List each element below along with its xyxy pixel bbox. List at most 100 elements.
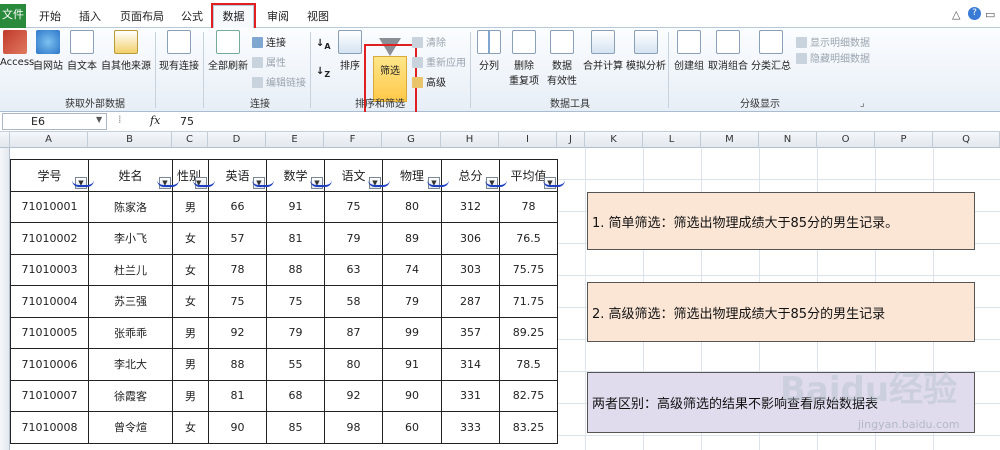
table-cell[interactable]: 333: [441, 411, 500, 444]
row-headers[interactable]: [0, 148, 10, 450]
column-header-g[interactable]: G: [382, 132, 441, 148]
sort-button[interactable]: 排序: [336, 30, 364, 72]
table-cell[interactable]: 306: [441, 222, 500, 255]
table-cell[interactable]: 80: [324, 348, 383, 381]
column-header-m[interactable]: M: [701, 132, 759, 148]
column-header-d[interactable]: D: [208, 132, 266, 148]
table-cell[interactable]: 76.5: [499, 222, 558, 255]
table-cell[interactable]: 303: [441, 253, 500, 286]
formula-input[interactable]: 75: [180, 115, 194, 128]
column-header-k[interactable]: K: [585, 132, 643, 148]
existing-connections-button[interactable]: 现有连接: [158, 30, 200, 72]
table-cell[interactable]: 75: [324, 190, 383, 223]
table-cell[interactable]: 90: [208, 411, 267, 444]
table-cell[interactable]: 71010005: [10, 316, 89, 349]
table-cell[interactable]: 91: [382, 348, 442, 381]
sort-desc-button[interactable]: ↓Z: [316, 66, 330, 79]
table-cell[interactable]: 71.75: [499, 285, 558, 318]
column-header-q[interactable]: Q: [933, 132, 1000, 148]
table-cell[interactable]: 79: [382, 285, 442, 318]
dialog-launcher-icon[interactable]: ⌟: [860, 98, 865, 109]
table-cell[interactable]: 79: [266, 316, 325, 349]
column-header-f[interactable]: F: [324, 132, 382, 148]
table-cell[interactable]: 66: [208, 190, 267, 223]
table-cell[interactable]: 287: [441, 285, 500, 318]
table-cell[interactable]: 男: [172, 190, 209, 223]
column-header-n[interactable]: N: [759, 132, 817, 148]
column-header-j[interactable]: J: [557, 132, 585, 148]
column-header-e[interactable]: E: [266, 132, 324, 148]
table-cell[interactable]: 78: [208, 253, 267, 286]
help-icon[interactable]: ?: [968, 7, 981, 20]
text-to-columns-button[interactable]: 分列: [474, 30, 504, 72]
table-cell[interactable]: 女: [172, 253, 209, 286]
from-access-button[interactable]: Access: [0, 30, 34, 68]
table-cell[interactable]: 71010008: [10, 411, 89, 444]
table-cell[interactable]: 曾令煊: [88, 411, 173, 444]
table-cell[interactable]: 79: [324, 222, 383, 255]
table-cell[interactable]: 89: [382, 222, 442, 255]
table-cell[interactable]: 57: [208, 222, 267, 255]
table-cell[interactable]: 89.25: [499, 316, 558, 349]
table-cell[interactable]: 80: [382, 190, 442, 223]
table-cell[interactable]: 92: [324, 379, 383, 412]
column-header-o[interactable]: O: [817, 132, 875, 148]
column-header-a[interactable]: A: [10, 132, 88, 148]
column-header-l[interactable]: L: [643, 132, 701, 148]
table-cell[interactable]: 55: [266, 348, 325, 381]
table-cell[interactable]: 90: [382, 379, 442, 412]
table-cell[interactable]: 71010003: [10, 253, 89, 286]
column-header-i[interactable]: I: [499, 132, 557, 148]
group-button[interactable]: 创建组: [672, 30, 706, 72]
tab-formulas[interactable]: 公式: [178, 6, 206, 28]
table-cell[interactable]: 75.75: [499, 253, 558, 286]
table-cell[interactable]: 徐霞客: [88, 379, 173, 412]
table-cell[interactable]: 陈家洛: [88, 190, 173, 223]
table-cell[interactable]: 58: [324, 285, 383, 318]
table-cell[interactable]: 92: [208, 316, 267, 349]
table-cell[interactable]: 男: [172, 316, 209, 349]
tab-page-layout[interactable]: 页面布局: [116, 6, 168, 28]
table-cell[interactable]: 88: [208, 348, 267, 381]
table-cell[interactable]: 87: [324, 316, 383, 349]
table-cell[interactable]: 83.25: [499, 411, 558, 444]
what-if-analysis-button[interactable]: 模拟分析: [625, 30, 667, 72]
table-cell[interactable]: 李小飞: [88, 222, 173, 255]
from-text-button[interactable]: 自文本: [66, 30, 98, 72]
name-box[interactable]: E6: [2, 113, 107, 130]
table-cell[interactable]: 女: [172, 411, 209, 444]
hide-detail-button[interactable]: 隐藏明细数据: [796, 50, 870, 65]
tab-insert[interactable]: 插入: [76, 6, 104, 28]
column-header-c[interactable]: C: [172, 132, 208, 148]
table-cell[interactable]: 75: [208, 285, 267, 318]
table-cell[interactable]: 78.5: [499, 348, 558, 381]
table-cell[interactable]: 71010007: [10, 379, 89, 412]
column-header-h[interactable]: H: [441, 132, 499, 148]
minimize-ribbon-icon[interactable]: △: [952, 8, 960, 21]
table-cell[interactable]: 71010004: [10, 285, 89, 318]
from-web-button[interactable]: 自网站: [32, 30, 64, 72]
advanced-filter-button[interactable]: 高级: [412, 74, 446, 89]
table-cell[interactable]: 71010001: [10, 190, 89, 223]
table-cell[interactable]: 男: [172, 379, 209, 412]
table-cell[interactable]: 63: [324, 253, 383, 286]
insert-function-button[interactable]: fx: [150, 114, 160, 127]
refresh-all-button[interactable]: 全部刷新: [206, 30, 250, 72]
table-cell[interactable]: 314: [441, 348, 500, 381]
column-header-b[interactable]: B: [88, 132, 172, 148]
table-cell[interactable]: 78: [499, 190, 558, 223]
table-cell[interactable]: 李北大: [88, 348, 173, 381]
table-cell[interactable]: 68: [266, 379, 325, 412]
table-cell[interactable]: 苏三强: [88, 285, 173, 318]
properties-button[interactable]: 属性: [252, 54, 286, 69]
name-box-dropdown-icon[interactable]: ▼: [96, 115, 102, 124]
ungroup-button[interactable]: 取消组合: [706, 30, 750, 72]
select-all-corner[interactable]: [0, 132, 10, 148]
connections-button[interactable]: 连接: [252, 34, 286, 49]
data-validation-button[interactable]: 数据 有效性: [544, 30, 580, 87]
reapply-button[interactable]: 重新应用: [412, 54, 466, 69]
table-cell[interactable]: 杜兰儿: [88, 253, 173, 286]
table-cell[interactable]: 88: [266, 253, 325, 286]
table-cell[interactable]: 81: [266, 222, 325, 255]
table-cell[interactable]: 81: [208, 379, 267, 412]
